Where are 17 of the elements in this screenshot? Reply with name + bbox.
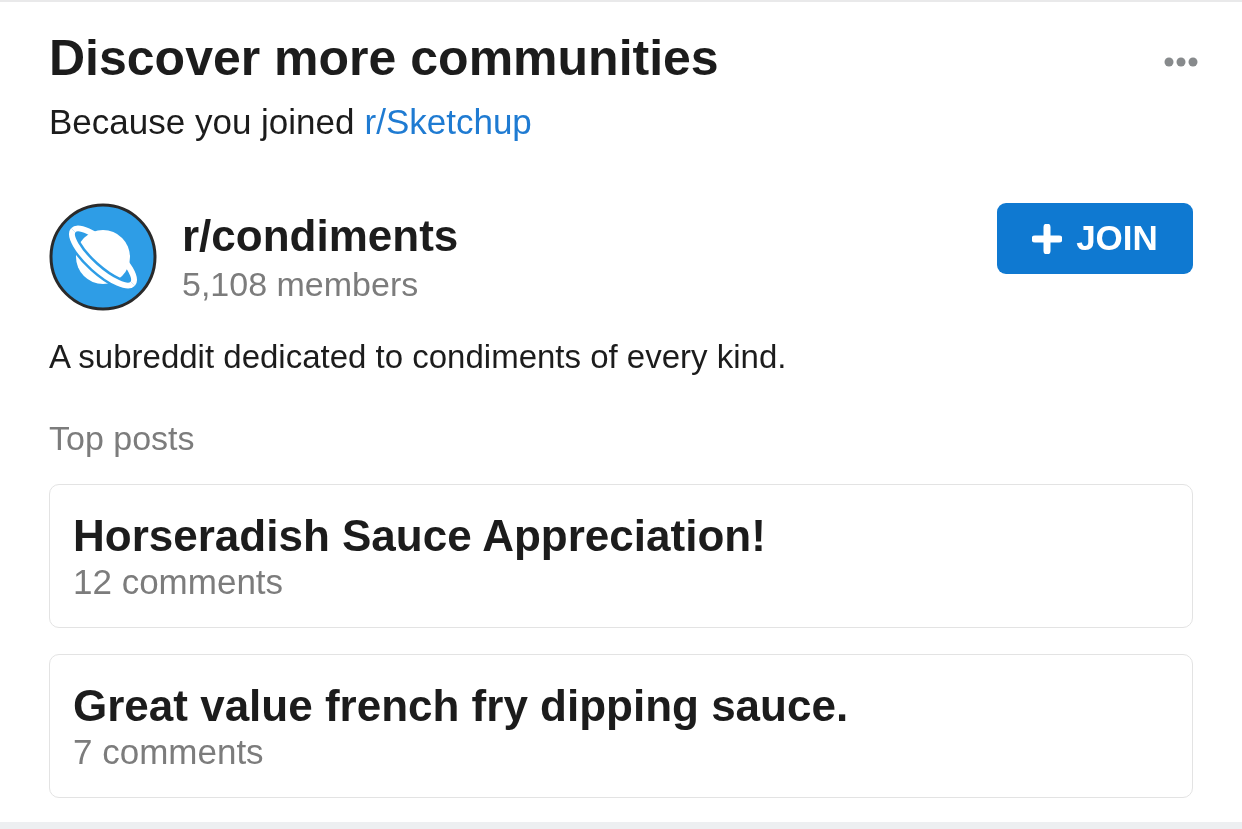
more-options-icon[interactable] bbox=[1164, 57, 1198, 67]
comment-count: 12 comments bbox=[73, 561, 284, 603]
comment-count: 7 comments bbox=[73, 731, 264, 773]
post-title: Horseradish Sauce Appreciation! bbox=[73, 511, 766, 561]
community-name[interactable]: r/condiments bbox=[182, 211, 459, 261]
post-card[interactable]: Great value french fry dipping sauce. 7 comments bbox=[49, 654, 1193, 798]
plus-icon bbox=[1032, 223, 1063, 254]
planet-avatar-icon bbox=[49, 203, 157, 311]
member-count: 5,108 members bbox=[182, 264, 419, 305]
section-title: Discover more communities bbox=[49, 30, 719, 86]
section-heading: Top posts bbox=[49, 418, 195, 459]
community-description: A subreddit dedicated to condiments of every kind. bbox=[49, 337, 787, 377]
post-card[interactable]: Horseradish Sauce Appreciation! 12 comments bbox=[49, 484, 1193, 628]
join-button[interactable]: JOIN bbox=[997, 203, 1193, 274]
reason-text: Because you joined bbox=[49, 101, 355, 143]
post-title: Great value french fry dipping sauce. bbox=[73, 681, 849, 731]
community-link[interactable]: r/Sketchup bbox=[364, 100, 532, 144]
